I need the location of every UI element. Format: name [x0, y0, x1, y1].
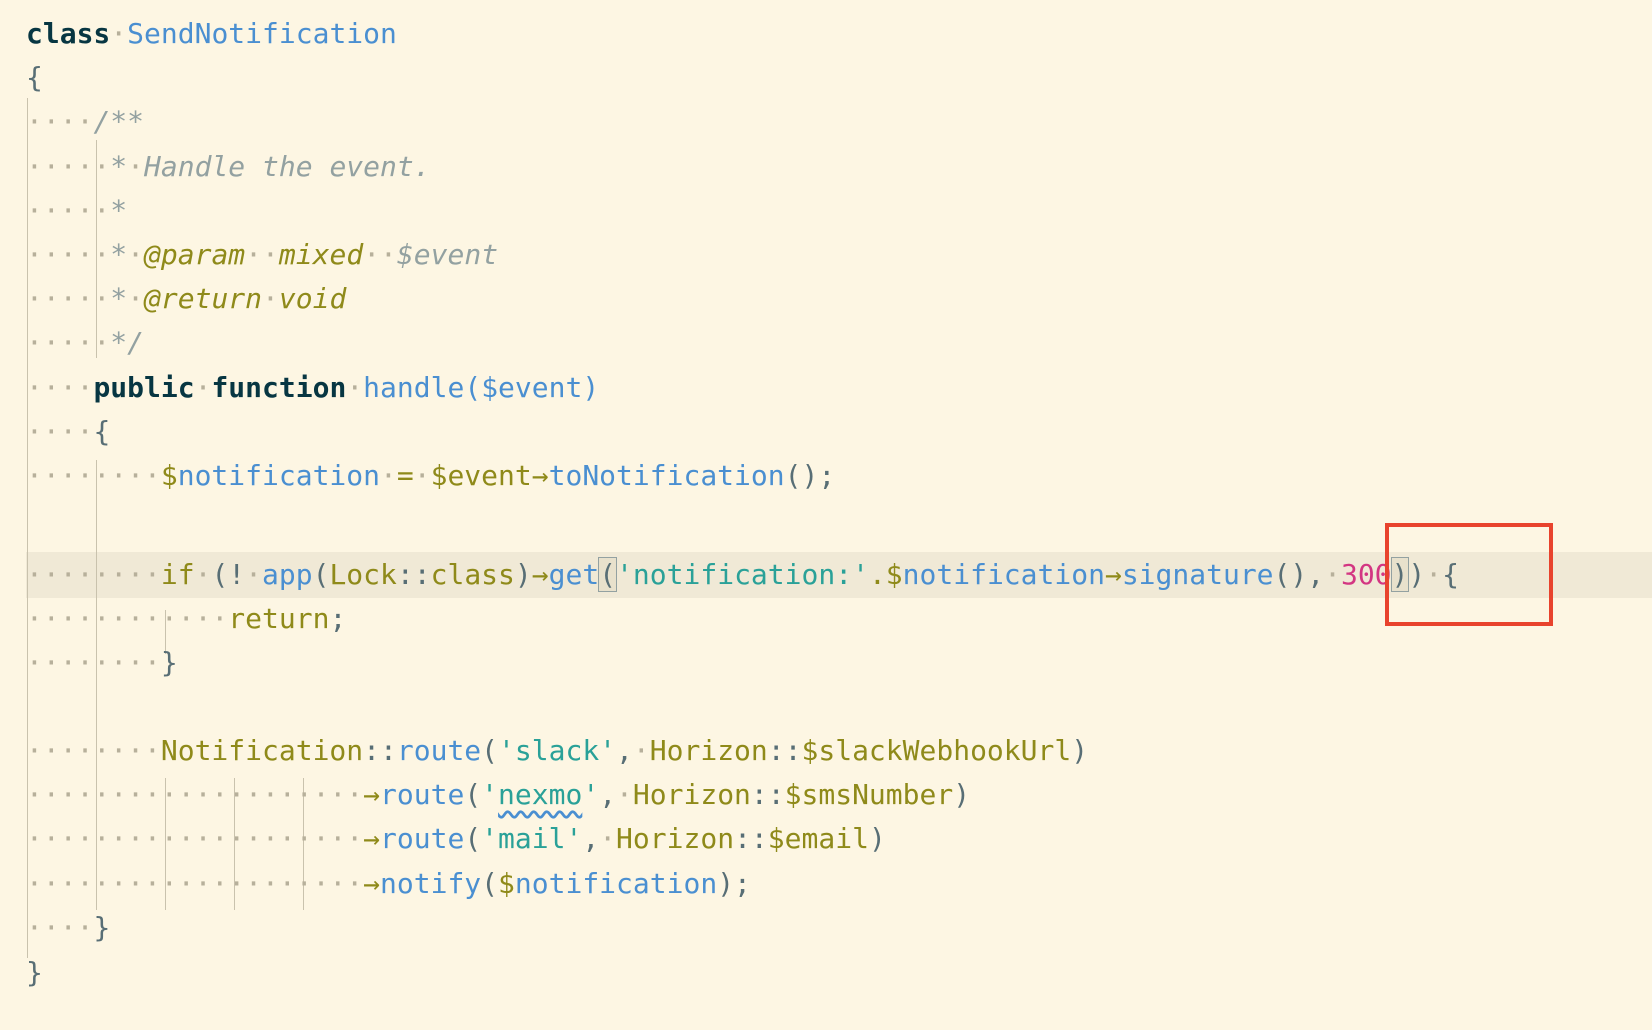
- route-call: route: [396, 734, 482, 767]
- open-brace: {: [93, 415, 111, 448]
- return-keyword: return: [228, 602, 330, 635]
- open-brace: {: [26, 61, 43, 94]
- doc-return-type: void: [278, 282, 347, 315]
- code-line-assign[interactable]: ········$notification·=·$event→toNotific…: [26, 454, 835, 498]
- ttl-value: 300: [1340, 558, 1392, 591]
- code-line-if-close[interactable]: ········}: [26, 641, 178, 685]
- doc-param-var: $event: [396, 238, 499, 271]
- doc-description: Handle the event.: [144, 150, 431, 183]
- get-call: get: [548, 558, 600, 591]
- sms-number-var: smsNumber: [801, 778, 954, 811]
- code-line-class-close[interactable]: }: [26, 951, 43, 995]
- code-line-route-mail[interactable]: ····················→route('mail',·Horiz…: [26, 817, 886, 861]
- doc-star: *: [110, 194, 128, 227]
- code-line-doc-empty[interactable]: ·····*: [26, 189, 127, 233]
- doc-star: *: [110, 150, 128, 183]
- code-line-doc-open[interactable]: ····/**: [26, 100, 144, 144]
- code-line-return[interactable]: ············return;: [26, 597, 346, 641]
- code-line-class-decl[interactable]: class·SendNotification: [26, 12, 397, 56]
- event-var: event: [447, 459, 532, 492]
- close-brace: }: [160, 646, 178, 679]
- code-line-notify[interactable]: ····················→notify($notificatio…: [26, 862, 751, 906]
- slack-webhook-var: slackWebhookUrl: [818, 734, 1072, 767]
- code-editor[interactable]: class·SendNotification { ····/** ·····*·…: [0, 0, 1652, 1030]
- slack-string: 'slack': [498, 734, 617, 767]
- code-line-if-lock[interactable]: ········if·(!·app(Lock::class)→get('noti…: [26, 553, 1459, 597]
- route-call: route: [380, 822, 465, 855]
- doc-close: */: [110, 326, 145, 359]
- if-keyword: if: [160, 558, 195, 591]
- class-name: SendNotification: [127, 17, 397, 50]
- email-var: email: [784, 822, 869, 855]
- horizon-class: Horizon: [632, 778, 751, 811]
- public-keyword: public: [93, 371, 195, 404]
- doc-param-tag: @param: [144, 238, 246, 271]
- method-param: $event: [481, 371, 583, 404]
- notification-class: Notification: [160, 734, 364, 767]
- doc-return-tag: @return: [144, 282, 263, 315]
- notify-call: notify: [380, 867, 482, 900]
- horizon-class: Horizon: [649, 734, 768, 767]
- doc-param-type: mixed: [278, 238, 364, 271]
- app-call: app: [262, 558, 313, 591]
- doc-star: *: [110, 282, 128, 315]
- lock-class: Lock: [329, 558, 397, 591]
- notification-string: 'notification:': [616, 558, 869, 591]
- close-brace: }: [26, 956, 43, 989]
- mail-string: 'mail': [481, 822, 583, 855]
- close-brace: }: [93, 911, 111, 944]
- notification-var: notification: [902, 558, 1105, 591]
- code-line-doc-return[interactable]: ·····*·@return·void: [26, 277, 346, 321]
- notification-var: notification: [177, 459, 381, 492]
- code-line-doc-desc[interactable]: ·····*·Handle the event.: [26, 145, 431, 189]
- code-line-method-close[interactable]: ····}: [26, 906, 110, 950]
- notification-var: notification: [514, 867, 718, 900]
- to-notification-call: toNotification: [548, 459, 785, 492]
- annotation-highlight-box: [1385, 523, 1553, 626]
- nexmo-string: nexmo: [498, 778, 583, 811]
- function-keyword: function: [211, 371, 347, 404]
- method-name: handle: [363, 371, 465, 404]
- class-keyword: class: [26, 17, 111, 50]
- code-line-method-sig[interactable]: ····public·function·handle($event): [26, 366, 599, 410]
- doc-open: /**: [93, 105, 145, 138]
- doc-star: *: [110, 238, 128, 271]
- signature-call: signature: [1121, 558, 1274, 591]
- code-line-route-nexmo[interactable]: ····················→route('nexmo',·Hori…: [26, 773, 970, 817]
- class-constant: class: [430, 558, 515, 591]
- code-line-notification-route[interactable]: ········Notification::route('slack',·Hor…: [26, 729, 1088, 773]
- horizon-class: Horizon: [616, 822, 735, 855]
- route-call: route: [380, 778, 465, 811]
- code-line-doc-param[interactable]: ·····*·@param··mixed··$event: [26, 233, 498, 277]
- code-line-method-open[interactable]: ····{: [26, 410, 110, 454]
- code-line-doc-close[interactable]: ·····*/: [26, 321, 144, 365]
- code-line-open-brace[interactable]: {: [26, 56, 43, 100]
